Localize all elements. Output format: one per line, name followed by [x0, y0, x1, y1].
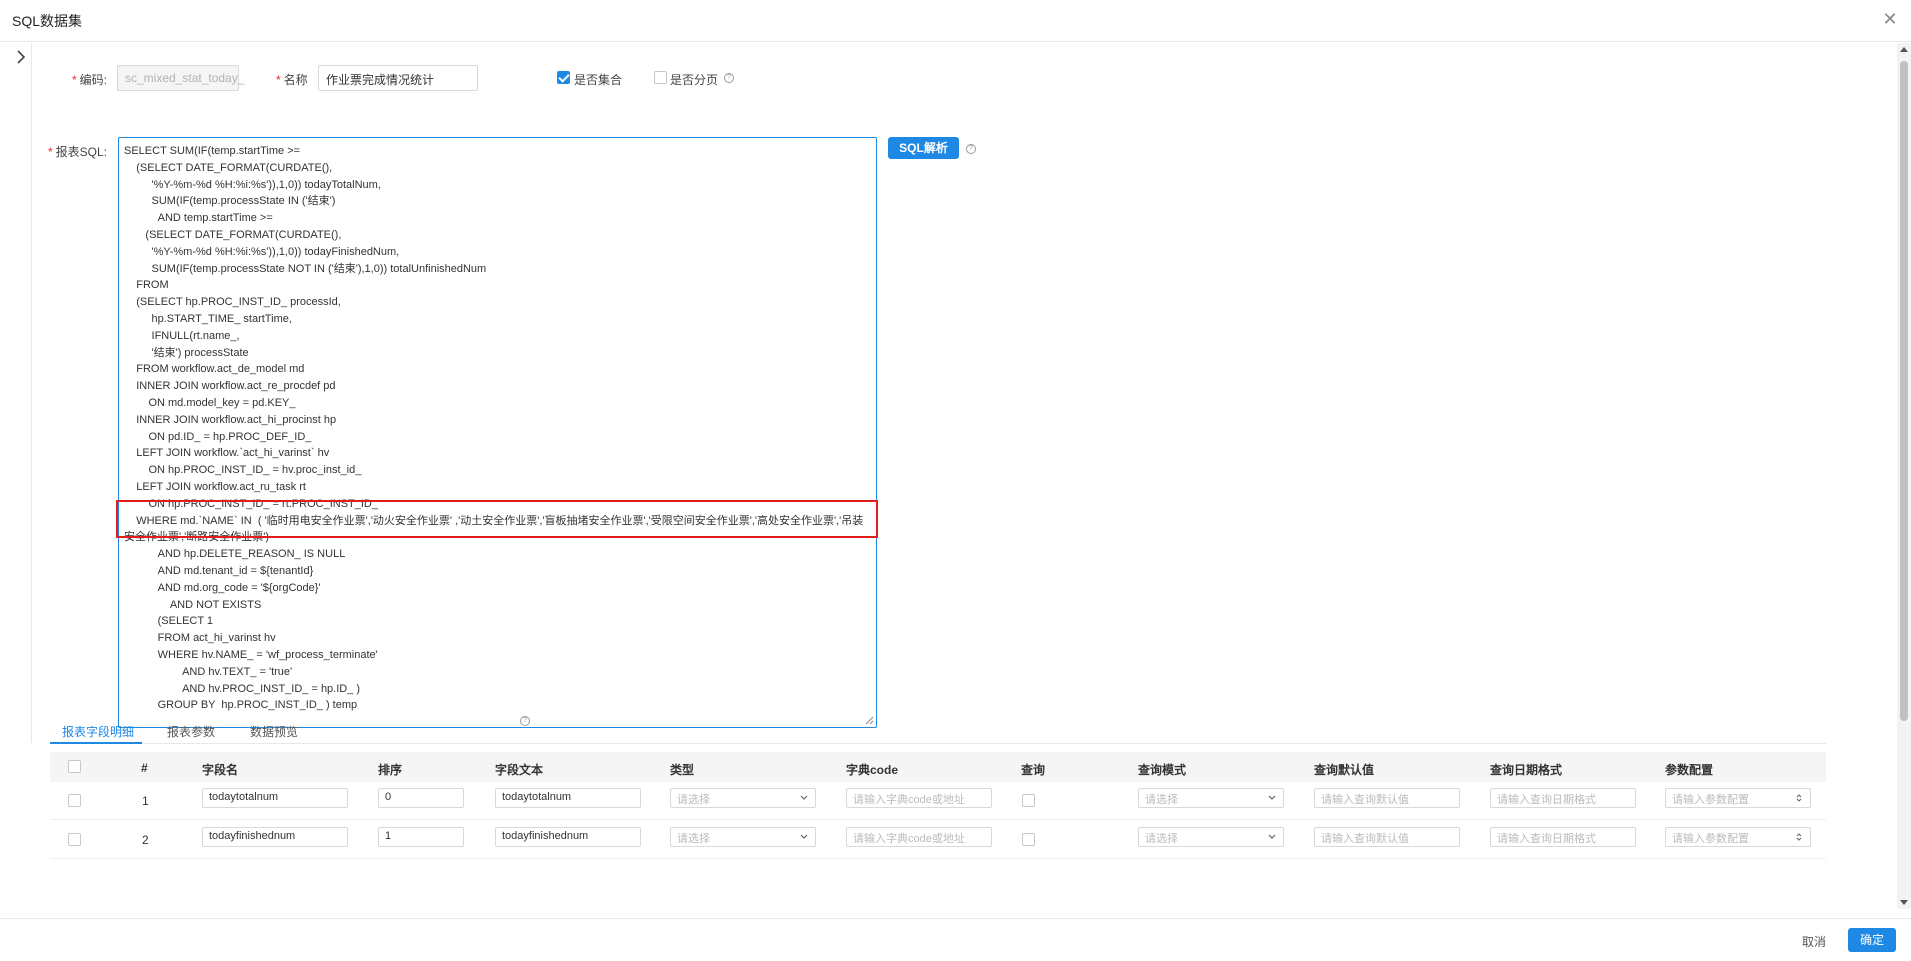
- is-collection-label: 是否集合: [574, 73, 623, 87]
- tab-report-params[interactable]: 报表参数: [167, 723, 215, 740]
- param-config-value: 请输入参数配置: [1672, 794, 1749, 806]
- header-index: #: [141, 761, 148, 775]
- type-select-value: 请选择: [677, 833, 710, 845]
- question-circle-icon[interactable]: ?: [724, 73, 734, 83]
- order-input[interactable]: 0: [378, 788, 464, 808]
- query-mode-select[interactable]: 请选择: [1138, 788, 1284, 808]
- header-query: 查询: [1021, 763, 1046, 777]
- query-mode-value: 请选择: [1145, 794, 1178, 806]
- header-dict-code: 字典code: [846, 763, 899, 777]
- scroll-up-icon[interactable]: [1900, 47, 1908, 52]
- query-default-input[interactable]: 请输入查询默认值: [1314, 827, 1460, 847]
- scroll-thumb[interactable]: [1900, 61, 1908, 721]
- detail-tabs: 报表字段明细 报表参数 数据预览: [50, 718, 1826, 744]
- field-text-input[interactable]: todaytotalnum: [495, 788, 641, 808]
- close-icon[interactable]: ✕: [1881, 10, 1899, 28]
- vertical-scrollbar[interactable]: [1897, 43, 1911, 909]
- expand-icon[interactable]: [1794, 832, 1804, 842]
- chevron-down-icon: [1268, 795, 1276, 800]
- chevron-right-icon[interactable]: [14, 49, 28, 65]
- field-table: # 字段名 排序 字段文本 类型 字典code 查询 查询模式 查询默认值 查询…: [50, 752, 1826, 866]
- code-label: * 编码:: [72, 73, 108, 87]
- query-default-input[interactable]: 请输入查询默认值: [1314, 788, 1460, 808]
- type-select[interactable]: 请选择: [670, 827, 816, 847]
- active-tab-indicator: [50, 742, 142, 744]
- is-collection-checkbox[interactable]: [557, 71, 570, 84]
- dict-code-input[interactable]: 请输入字典code或地址: [846, 788, 992, 808]
- tab-data-preview[interactable]: 数据预览: [250, 723, 298, 740]
- is-paged-checkbox[interactable]: [654, 71, 667, 84]
- dict-code-input[interactable]: 请输入字典code或地址: [846, 827, 992, 847]
- query-mode-value: 请选择: [1145, 833, 1178, 845]
- name-label: * 名称: [276, 73, 308, 87]
- header-param-config: 参数配置: [1665, 763, 1714, 777]
- row-index: 1: [142, 794, 149, 808]
- ok-button[interactable]: 确定: [1848, 928, 1896, 952]
- modal-header: SQL数据集 ✕: [0, 0, 1911, 42]
- table-row: 1 todaytotalnum 0 todaytotalnum 请选择 请输入字…: [50, 782, 1826, 820]
- chevron-down-icon: [800, 834, 808, 839]
- type-select-value: 请选择: [677, 794, 710, 806]
- header-order: 排序: [378, 763, 403, 777]
- scroll-down-icon[interactable]: [1900, 900, 1908, 905]
- query-mode-select[interactable]: 请选择: [1138, 827, 1284, 847]
- tab-field-details[interactable]: 报表字段明细: [62, 723, 134, 740]
- date-format-input[interactable]: 请输入查询日期格式: [1490, 788, 1636, 808]
- question-circle-icon[interactable]: ?: [966, 144, 976, 154]
- sql-parse-button[interactable]: SQL解析: [888, 137, 959, 159]
- header-field-name: 字段名: [202, 763, 239, 777]
- expand-icon[interactable]: [1794, 793, 1804, 803]
- modal-title: SQL数据集: [12, 13, 83, 29]
- header-date-format: 查询日期格式: [1490, 763, 1563, 777]
- field-text-input[interactable]: todayfinishednum: [495, 827, 641, 847]
- header-query-default: 查询默认值: [1314, 763, 1375, 777]
- field-name-input[interactable]: todayfinishednum: [202, 827, 348, 847]
- order-input[interactable]: 1: [378, 827, 464, 847]
- row-index: 2: [142, 833, 149, 847]
- query-checkbox[interactable]: [1022, 833, 1035, 846]
- modal-footer: 取消 确定: [0, 918, 1911, 961]
- is-paged-label: 是否分页: [670, 73, 719, 87]
- header-query-mode: 查询模式: [1138, 763, 1187, 777]
- code-input[interactable]: sc_mixed_stat_today_: [117, 65, 244, 91]
- table-row: 2 todayfinishednum 1 todayfinishednum 请选…: [50, 821, 1826, 859]
- header-field-text: 字段文本: [495, 763, 544, 777]
- header-type: 类型: [670, 763, 695, 777]
- row-checkbox[interactable]: [68, 833, 81, 846]
- sql-text: SELECT SUM(IF(temp.startTime >= (SELECT …: [124, 145, 864, 712]
- chevron-down-icon: [1268, 834, 1276, 839]
- collapsed-side-panel: [0, 43, 32, 743]
- sql-textarea[interactable]: SELECT SUM(IF(temp.startTime >= (SELECT …: [118, 137, 877, 728]
- select-all-checkbox[interactable]: [68, 760, 81, 773]
- type-select[interactable]: 请选择: [670, 788, 816, 808]
- row-checkbox[interactable]: [68, 794, 81, 807]
- chevron-down-icon: [800, 795, 808, 800]
- param-config-input[interactable]: 请输入参数配置: [1665, 827, 1811, 847]
- name-input[interactable]: 作业票完成情况统计: [318, 65, 478, 91]
- query-checkbox[interactable]: [1022, 794, 1035, 807]
- param-config-value: 请输入参数配置: [1672, 833, 1749, 845]
- date-format-input[interactable]: 请输入查询日期格式: [1490, 827, 1636, 847]
- field-name-input[interactable]: todaytotalnum: [202, 788, 348, 808]
- cancel-button[interactable]: 取消: [1802, 933, 1826, 950]
- sql-label: * 报表SQL:: [48, 145, 108, 159]
- table-header: # 字段名 排序 字段文本 类型 字典code 查询 查询模式 查询默认值 查询…: [50, 752, 1826, 782]
- param-config-input[interactable]: 请输入参数配置: [1665, 788, 1811, 808]
